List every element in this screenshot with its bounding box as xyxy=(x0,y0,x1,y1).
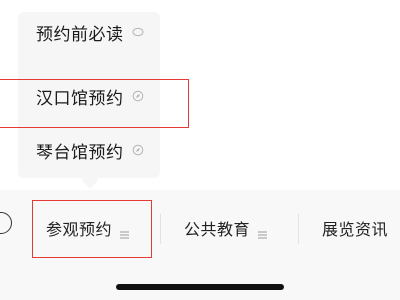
tab-label: 展览资讯 xyxy=(322,220,389,239)
menu-item-qintai-booking[interactable]: 琴台馆预约 xyxy=(18,130,160,170)
menu-item-pre-booking-notice[interactable]: 预约前必读 xyxy=(18,12,160,52)
home-indicator[interactable] xyxy=(116,284,284,290)
menu-item-label: 预约前必读 xyxy=(36,24,124,45)
menu-item-label: 汉口馆预约 xyxy=(36,88,124,109)
tab-divider xyxy=(160,214,161,244)
tab-exhibition-news[interactable]: 展览资讯 xyxy=(322,210,388,246)
tab-visit-booking[interactable]: 参观预约 xyxy=(46,210,130,246)
menu-item-hankou-booking[interactable]: 汉口馆预约 xyxy=(18,76,160,116)
tab-public-education[interactable]: 公共教育 xyxy=(184,210,268,246)
tab-label: 参观预约 xyxy=(46,220,113,239)
menu-lines-icon xyxy=(120,224,130,239)
compass-icon xyxy=(132,90,144,102)
menu-item-label: 琴台馆预约 xyxy=(36,142,124,163)
tab-label: 公共教育 xyxy=(184,220,251,239)
circle-outline-icon xyxy=(132,26,144,38)
compass-icon xyxy=(132,144,144,156)
menu-lines-icon xyxy=(258,224,268,239)
tab-divider xyxy=(298,214,299,244)
